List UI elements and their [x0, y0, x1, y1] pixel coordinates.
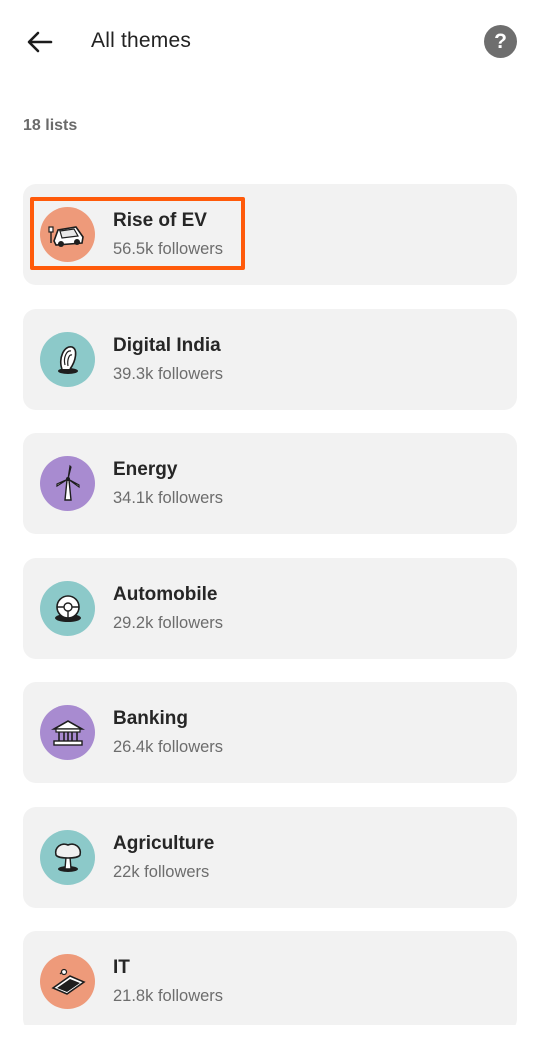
fingerprint-icon — [57, 346, 78, 374]
theme-avatar — [40, 580, 95, 636]
laptop-icon — [50, 968, 86, 995]
question-icon: ? — [494, 29, 507, 53]
theme-avatar — [40, 207, 95, 262]
wind-turbine-icon — [55, 464, 80, 501]
theme-name: IT — [113, 957, 130, 978]
theme-name: Automobile — [113, 583, 218, 605]
theme-card-banking[interactable]: Banking 26.4k followers — [23, 682, 517, 783]
theme-card-agriculture[interactable]: Agriculture 22k followers — [23, 806, 517, 908]
theme-followers: 56.5k followers — [113, 240, 224, 258]
theme-avatar — [40, 705, 95, 760]
tree-icon — [54, 843, 81, 872]
arrow-left-icon — [27, 31, 53, 53]
help-button[interactable]: ? — [484, 25, 517, 58]
theme-followers: 22k followers — [113, 862, 210, 881]
theme-name: Digital India — [113, 334, 221, 356]
theme-avatar — [40, 331, 95, 387]
theme-avatar — [40, 829, 95, 885]
theme-followers: 39.3k followers — [113, 364, 224, 383]
theme-card-automobile[interactable]: Automobile 29.2k followers — [23, 557, 517, 659]
theme-name: Energy — [113, 459, 178, 480]
back-button[interactable] — [22, 24, 58, 60]
theme-name: Agriculture — [113, 832, 215, 854]
theme-card-energy[interactable]: Energy 34.1k followers — [23, 433, 517, 534]
steering-wheel-icon — [54, 595, 81, 622]
page-title: All themes — [91, 29, 192, 52]
theme-list: Rise of EV 56.5k followers Digital India… — [23, 184, 517, 1056]
bank-icon — [50, 719, 85, 746]
bottom-edge — [0, 1025, 540, 1057]
theme-followers: 21.8k followers — [113, 987, 224, 1005]
theme-followers: 29.2k followers — [113, 613, 224, 632]
theme-card-rise-of-ev[interactable]: Rise of EV 56.5k followers — [23, 184, 517, 285]
theme-avatar — [40, 954, 95, 1009]
theme-name: Banking — [113, 708, 188, 729]
theme-avatar — [40, 456, 95, 511]
theme-followers: 26.4k followers — [113, 738, 224, 756]
list-count: 18 lists — [23, 117, 78, 134]
theme-card-digital-india[interactable]: Digital India 39.3k followers — [23, 308, 517, 410]
app-header: All themes ? — [0, 0, 540, 84]
theme-card-it[interactable]: IT 21.8k followers — [23, 931, 517, 1032]
theme-name: Rise of EV — [113, 210, 207, 231]
theme-followers: 34.1k followers — [113, 489, 224, 507]
electric-car-icon — [47, 225, 84, 247]
